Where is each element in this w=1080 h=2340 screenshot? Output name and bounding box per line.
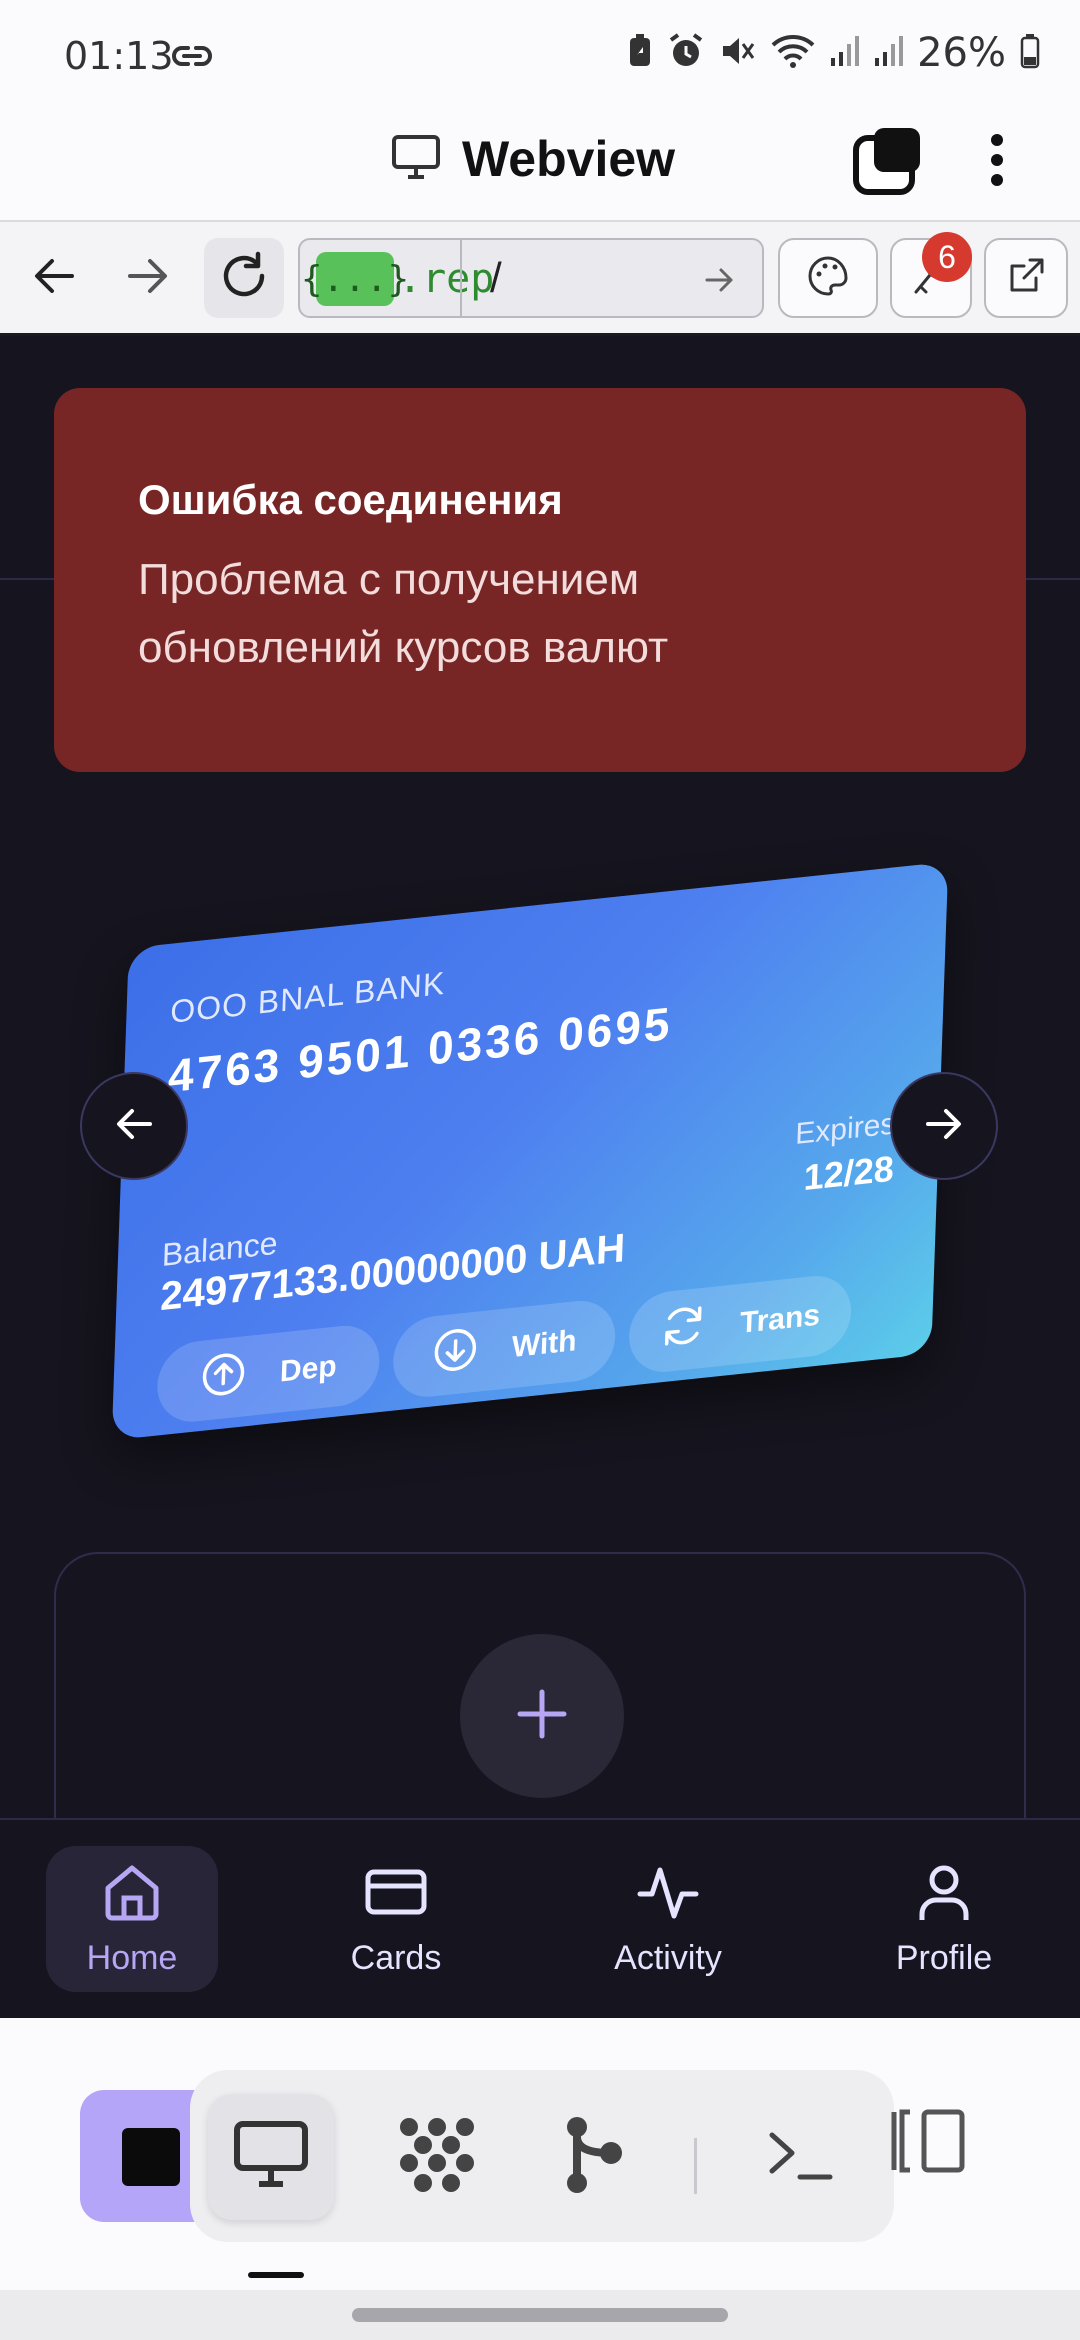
bank-card-content: OOO BNAL BANK 4763 9501 0336 0695 Expire… <box>112 862 949 1441</box>
webview-content: Ошибка соединения Проблема с получением … <box>0 336 1080 2018</box>
terminal-icon <box>766 2125 836 2190</box>
app-title: Webview <box>462 131 676 187</box>
monitor-icon <box>390 133 442 186</box>
open-external-icon <box>1006 256 1046 301</box>
dock-terminal-button[interactable] <box>738 2094 864 2220</box>
deposit-button[interactable]: Dep <box>156 1321 381 1426</box>
nav-profile-label: Profile <box>895 1939 993 1977</box>
battery-icon <box>1020 33 1040 74</box>
reload-button[interactable] <box>204 238 284 318</box>
packages-icon <box>395 2113 479 2202</box>
status-time: 01:13 <box>64 34 174 78</box>
deposit-label: Dep <box>279 1349 338 1389</box>
refresh-icon <box>659 1300 707 1359</box>
nav-cards-label: Cards <box>350 1939 442 1977</box>
app-bar: Webview <box>0 112 1080 222</box>
expires-value: 12/28 <box>803 1147 895 1199</box>
arrow-right-icon <box>922 1104 966 1149</box>
bottom-navigation: Home Cards Activity Profile <box>0 1818 1080 2018</box>
dock-area <box>0 2018 1080 2290</box>
withdraw-button[interactable]: With <box>391 1296 617 1401</box>
url-divider <box>460 240 462 316</box>
palette-icon <box>806 254 850 303</box>
url-field[interactable]: {...} .rep / <box>298 238 764 318</box>
activity-icon <box>636 1860 700 1933</box>
home-gesture-bar[interactable] <box>352 2308 728 2322</box>
browser-toolbar: {...} .rep / <box>0 222 1080 336</box>
link-icon <box>172 42 212 75</box>
wifi-icon <box>771 33 815 74</box>
transfer-label: Trans <box>739 1298 821 1341</box>
active-indicator <box>248 2272 304 2278</box>
url-domain: .rep <box>398 256 495 302</box>
alarm-icon <box>667 32 705 75</box>
dock-bar <box>190 2070 894 2242</box>
url-path: / <box>490 254 502 301</box>
git-branch-icon <box>561 2113 625 2202</box>
battery-saver-icon <box>627 33 653 74</box>
user-icon <box>912 1860 976 1933</box>
plus-icon <box>514 1686 570 1747</box>
status-bar: 01:13 26% <box>0 0 1080 112</box>
layout-icon[interactable] <box>880 2106 970 2181</box>
nav-home[interactable]: Home <box>46 1846 218 1992</box>
add-card-button[interactable] <box>460 1634 624 1798</box>
url-badge: {...} <box>301 252 409 306</box>
palette-button[interactable] <box>778 238 878 318</box>
bank-card[interactable]: OOO BNAL BANK 4763 9501 0336 0695 Expire… <box>111 861 949 1441</box>
key-badge: 6 <box>922 232 972 282</box>
next-card-button[interactable] <box>890 1072 998 1180</box>
back-arrow-icon <box>32 256 76 301</box>
forward-arrow-icon <box>126 256 170 301</box>
forward-button[interactable] <box>108 238 188 318</box>
nav-activity[interactable]: Activity <box>590 1846 746 1992</box>
previous-card-button[interactable] <box>80 1072 188 1180</box>
transfer-button[interactable]: Trans <box>627 1272 853 1376</box>
error-banner: Ошибка соединения Проблема с получением … <box>54 388 1026 772</box>
dock-packages-button[interactable] <box>374 2094 500 2220</box>
mute-icon <box>719 32 757 75</box>
nav-profile[interactable]: Profile <box>866 1846 1022 1992</box>
withdraw-label: With <box>511 1324 578 1365</box>
home-icon <box>100 1860 164 1933</box>
status-icons: 26% <box>627 30 1040 76</box>
error-message: Проблема с получением обновлений курсов … <box>138 555 669 672</box>
more-vert-icon[interactable] <box>985 124 1009 201</box>
card-carousel: OOO BNAL BANK 4763 9501 0336 0695 Expire… <box>0 796 1080 1441</box>
monitor-icon <box>233 2120 309 2195</box>
credit-card-icon <box>364 1860 428 1933</box>
nav-cards[interactable]: Cards <box>318 1846 474 1992</box>
dock-webview-button[interactable] <box>208 2094 334 2220</box>
expires-label: Expires <box>794 1107 896 1152</box>
nav-home-label: Home <box>86 1939 178 1977</box>
app-title-wrap: Webview <box>390 130 675 188</box>
arrow-down-circle-icon <box>431 1325 479 1384</box>
stop-square-icon <box>122 2128 180 2186</box>
dock-separator <box>694 2138 697 2194</box>
arrow-up-circle-icon <box>199 1349 247 1408</box>
dock-git-button[interactable] <box>530 2094 656 2220</box>
gesture-area <box>0 2290 1080 2340</box>
battery-percent: 26% <box>917 30 1006 76</box>
signal-icon <box>829 34 860 73</box>
open-external-button[interactable] <box>984 238 1068 318</box>
back-button[interactable] <box>14 238 94 318</box>
nav-activity-label: Activity <box>614 1939 722 1977</box>
go-arrow-icon[interactable] <box>704 264 736 301</box>
error-title: Ошибка соединения <box>138 476 563 523</box>
arrow-left-icon <box>112 1104 156 1149</box>
reload-icon <box>218 250 270 307</box>
tabs-icon[interactable] <box>852 124 924 201</box>
signal-icon <box>873 34 904 73</box>
